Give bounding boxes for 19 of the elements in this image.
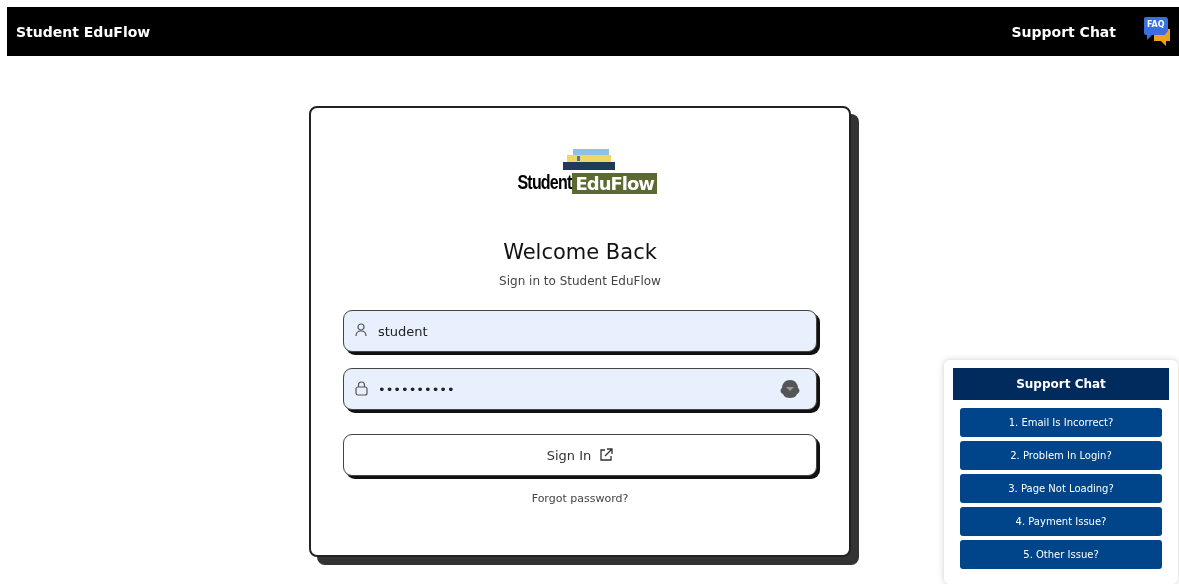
sign-in-button[interactable]: Sign In — [343, 434, 817, 476]
user-icon — [355, 323, 367, 337]
chat-header: Support Chat — [953, 368, 1169, 400]
chat-option-button[interactable]: 4. Payment Issue? — [960, 507, 1162, 536]
chat-option-button[interactable]: 2. Problem In Login? — [960, 441, 1162, 470]
forgot-password-link[interactable]: Forgot password? — [531, 492, 629, 505]
logo-text: EduFlow — [572, 173, 657, 194]
chat-option-button[interactable]: 3. Page Not Loading? — [960, 474, 1162, 503]
support-chat-link[interactable]: Support Chat — [1011, 23, 1116, 40]
username-field[interactable]: student — [343, 310, 817, 352]
welcome-title: Welcome Back — [503, 240, 657, 264]
chat-option-button[interactable]: 1. Email Is Incorrect? — [960, 408, 1162, 437]
external-link-icon — [599, 448, 614, 462]
chat-option-button[interactable]: 5. Other Issue? — [960, 540, 1162, 569]
brand-name: Student EduFlow — [16, 23, 152, 40]
lock-icon — [355, 381, 368, 396]
subtitle: Sign in to Student EduFlow — [499, 274, 661, 288]
logo-text: Student — [517, 171, 572, 194]
password-field[interactable]: •••••••••• — [343, 368, 817, 410]
